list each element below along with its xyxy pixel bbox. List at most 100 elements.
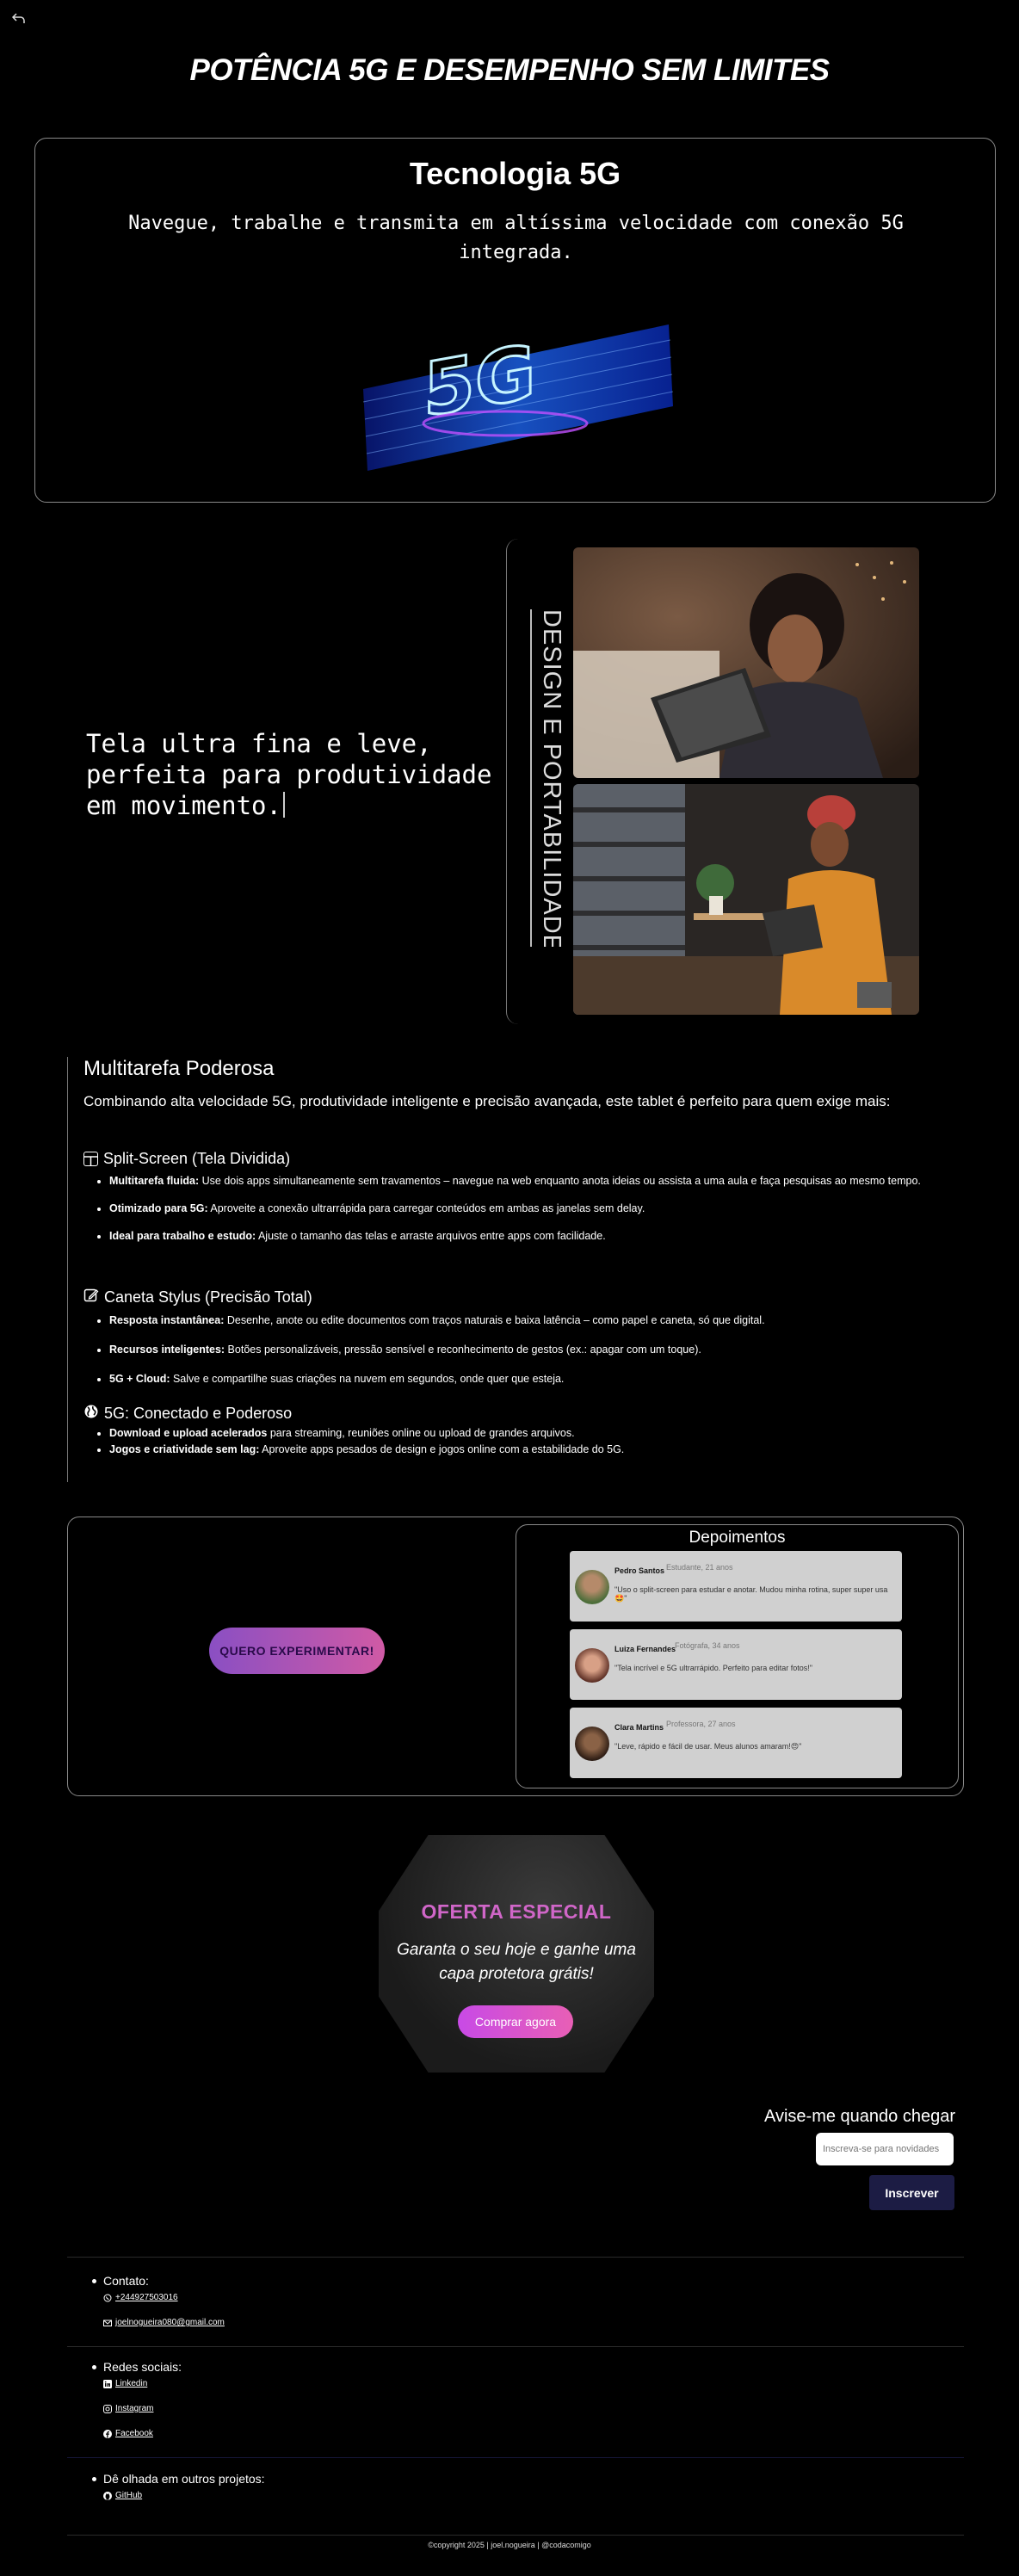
instagram-text: Instagram [115,2404,154,2413]
linkedin-link[interactable]: Linkedin [103,2379,182,2388]
facebook-link[interactable]: Facebook [103,2429,182,2438]
instagram-link[interactable]: Instagram [103,2404,182,2413]
list-item-text: Aproveite a conexão ultrarrápida para ca… [207,1202,645,1214]
offer-text: Garanta o seu hoje e ganhe uma capa prot… [397,1941,636,1983]
testimonials-title: Depoimentos [689,1529,786,1547]
list-item-bold: Otimizado para 5G: [109,1202,208,1214]
list-item-text: Botões personalizáveis, pressão sensível… [225,1344,701,1356]
notify-title: Avise-me quando chegar [764,2107,955,2126]
social-block: Redes sociais: Linkedin Instagram Facebo… [91,2360,182,2438]
footer-divider [67,2257,964,2258]
list-item-bold: Recursos inteligentes: [109,1344,225,1356]
linkedin-text: Linkedin [115,2379,148,2388]
testimonial-name: Luiza Fernandes [614,1645,676,1653]
list-item-bold: Multitarefa fluida: [109,1175,200,1187]
multitask-lead: Combinando alta velocidade 5G, produtivi… [83,1093,891,1109]
vertical-label-wrap: DESIGN E PORTABILIDADE [530,609,565,947]
testimonial-name: Clara Martins [614,1723,664,1732]
try-now-button[interactable]: QUERO EXPERIMENTAR! [209,1628,385,1674]
testimonial-role: Fotógrafa, 34 anos [675,1641,740,1650]
5g-connected-title: 5G: Conectado e Poderoso [104,1405,293,1422]
list-item-text: para streaming, reuniões online ou uploa… [267,1427,575,1439]
newsletter-email-input[interactable] [816,2133,954,2165]
github-link[interactable]: GitHub [103,2491,265,2500]
list-item: Resposta instantânea: Desenhe, anote ou … [109,1313,987,1329]
list-item-text: Ajuste o tamanho das telas e arraste arq… [256,1230,606,1242]
avatar [575,1648,609,1683]
typing-text: Tela ultra fina e leve, perfeita para pr… [86,729,492,820]
testimonial-quote: "Uso o split-screen para estudar e anota… [614,1585,888,1603]
pen-icon [83,1288,99,1307]
list-item: Otimizado para 5G: Aproveite a conexão u… [109,1201,987,1217]
5g-connected-section: 5G: Conectado e Poderoso Download e uplo… [83,1404,987,1458]
5g-connected-heading: 5G: Conectado e Poderoso [83,1404,987,1424]
contact-label: Contato: [92,2274,225,2288]
facebook-text: Facebook [115,2429,153,2438]
globe-icon [83,1404,99,1424]
avatar [575,1727,609,1761]
man-tablet-photo [573,784,919,1015]
list-item-text: Desenhe, anote ou edite documentos com t… [224,1314,765,1326]
special-offer: OFERTA ESPECIAL Garanta o seu hoje e gan… [379,1835,654,2073]
multitask-section: Multitarefa Poderosa Combinando alta vel… [67,1057,1005,1482]
mail-icon [103,2319,112,2327]
text-caret [282,792,285,818]
offer-title: OFERTA ESPECIAL [421,1900,612,1923]
instagram-icon [103,2404,112,2413]
email-text: joelnogueira080@gmail.com [115,2318,225,2327]
split-screen-heading: Split-Screen (Tela Dividida) [83,1150,987,1168]
list-item-text: Salve e compartilhe suas criações na nuv… [170,1373,565,1385]
list-item-bold: Ideal para trabalho e estudo: [109,1230,256,1242]
projects-block: Dê olhada em outros projetos: GitHub [92,2472,265,2500]
testimonial-name: Pedro Santos [614,1566,665,1575]
woman-tablet-photo [573,547,919,778]
social-label: Redes sociais: [91,2360,182,2374]
facebook-icon [103,2429,112,2438]
avatar [575,1570,609,1604]
footer-divider [67,2457,964,2458]
list-item-bold: Download e upload acelerados [109,1427,268,1439]
github-text: GitHub [115,2491,143,2500]
list-item: Jogos e criatividade sem lag: Aproveite … [109,1442,987,1458]
stylus-section: Caneta Stylus (Precisão Total) Resposta … [83,1288,987,1387]
split-screen-icon [83,1152,98,1166]
split-screen-section: Split-Screen (Tela Dividida) Multitarefa… [83,1150,987,1245]
stylus-title: Caneta Stylus (Precisão Total) [104,1288,312,1306]
tech-5g-text: Navegue, trabalhe e transmita em altíssi… [128,213,904,263]
phone-link[interactable]: +244927503016 [103,2293,225,2302]
list-item: Multitarefa fluida: Use dois apps simult… [109,1173,987,1189]
list-item: 5G + Cloud: Salve e compartilhe suas cri… [109,1371,987,1387]
email-link[interactable]: joelnogueira080@gmail.com [103,2318,225,2327]
testimonial-quote: "Tela incrível e 5G ultrarrápido. Perfei… [614,1664,813,1672]
projects-label: Dê olhada em outros projetos: [92,2472,265,2486]
split-screen-list: Multitarefa fluida: Use dois apps simult… [109,1173,987,1245]
tech-5g-title: Tecnologia 5G [409,156,621,191]
phone-text: +244927503016 [115,2293,178,2302]
testimonials-card: QUERO EXPERIMENTAR! Depoimentos Pedro Sa… [67,1517,964,1796]
buy-now-button[interactable]: Comprar agora [458,2005,573,2038]
list-item: Download e upload acelerados para stream… [109,1425,987,1442]
testimonial-card: Clara Martins Professora, 27 anos "Leve,… [570,1708,902,1778]
list-item-bold: Resposta instantânea: [109,1314,225,1326]
footer-divider [67,2346,964,2347]
footer-divider [67,2535,964,2536]
back-arrow-icon[interactable] [10,10,28,28]
tech-5g-card: Tecnologia 5G Navegue, trabalhe e transm… [34,138,996,503]
stylus-heading: Caneta Stylus (Precisão Total) [83,1288,987,1307]
testimonials-panel: Depoimentos Pedro Santos Estudante, 21 a… [516,1524,959,1788]
stylus-list: Resposta instantânea: Desenhe, anote ou … [109,1313,987,1387]
list-item-bold: 5G + Cloud: [109,1373,170,1385]
testimonial-quote: "Leve, rápido e fácil de usar. Meus alun… [614,1742,802,1751]
split-screen-title: Split-Screen (Tela Dividida) [103,1150,291,1167]
whatsapp-icon [103,2294,112,2302]
linkedin-icon [103,2379,112,2388]
testimonial-role: Professora, 27 anos [666,1720,736,1728]
contact-block: Contato: +244927503016 joelnogueira080@g… [92,2274,225,2327]
hero-title: POTÊNCIA 5G E DESEMPENHO SEM LIMITES [189,53,830,87]
subscribe-button[interactable]: Inscrever [869,2175,954,2210]
github-icon [103,2491,112,2500]
list-item-bold: Jogos e criatividade sem lag: [109,1443,260,1455]
testimonial-card: Luiza Fernandes Fotógrafa, 34 anos "Tela… [570,1629,902,1700]
vertical-label: DESIGN E PORTABILIDADE [538,609,565,947]
copyright-text: ©copyright 2025 | joel.nogueira | @codac… [428,2541,591,2549]
